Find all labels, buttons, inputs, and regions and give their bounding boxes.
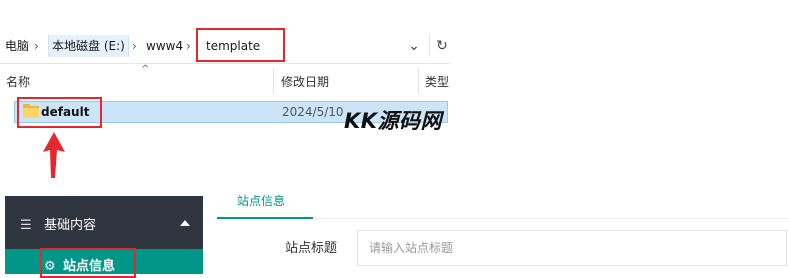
breadcrumb-www4[interactable]: www4 (146, 35, 183, 57)
site-title-input[interactable] (358, 231, 786, 265)
highlight-box-default (17, 97, 102, 128)
breadcrumb-separator-icon[interactable]: › (186, 35, 191, 57)
divider (429, 35, 430, 57)
breadcrumb-this-pc[interactable]: 电脑 (5, 35, 29, 57)
caret-up-icon[interactable] (180, 220, 190, 226)
up-arrow-icon (43, 132, 65, 178)
breadcrumb-separator-icon[interactable]: › (34, 35, 39, 57)
tab-label[interactable]: 站点信息 (237, 193, 285, 209)
site-title-field[interactable] (357, 230, 787, 266)
breadcrumb-separator-icon[interactable]: › (132, 35, 137, 57)
column-header-modified[interactable]: 修改日期 (281, 72, 329, 92)
watermark-text: KK源码网 (344, 109, 443, 133)
column-header-type[interactable]: 类型 (425, 72, 449, 92)
chevron-down-icon[interactable]: ⌄ (404, 35, 424, 57)
breadcrumb-drive[interactable]: 本地磁盘 (E:) (48, 35, 129, 57)
menu-group-label[interactable]: 基础内容 (44, 217, 96, 235)
highlight-box-template (196, 28, 285, 62)
column-header-name[interactable]: 名称 (6, 72, 30, 92)
site-title-label: 站点标题 (285, 241, 338, 256)
column-divider[interactable] (418, 68, 419, 94)
refresh-icon[interactable]: ↻ (434, 35, 450, 57)
sliders-icon: ☰ (20, 218, 32, 233)
file-modified-date: 2024/5/10 (282, 105, 344, 119)
menu-group-basic-content[interactable] (5, 208, 203, 246)
tab-active-underline (217, 217, 313, 219)
sort-ascending-icon: ^ (141, 64, 150, 75)
column-divider[interactable] (273, 68, 274, 94)
